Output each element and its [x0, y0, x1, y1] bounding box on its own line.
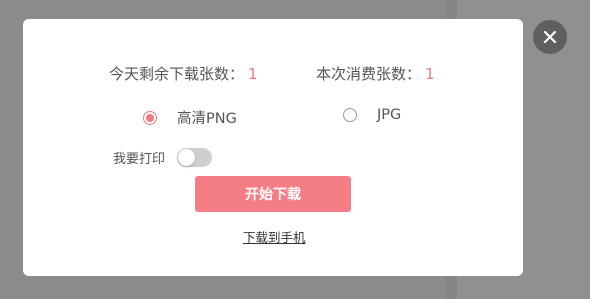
this-time-value: 1 [425, 65, 435, 83]
download-to-phone-link[interactable]: 下载到手机 [243, 227, 306, 246]
close-button[interactable] [533, 20, 567, 54]
print-row: 我要打印 [113, 148, 213, 167]
radio-checked-dot [146, 113, 154, 122]
print-toggle[interactable] [177, 148, 213, 167]
format-label-hd-png: 高清PNG [177, 111, 237, 127]
download-dialog: 今天剩余下载张数： 1 本次消费张数： 1 高清PNG JPG 我要打印 开始下载 … [23, 19, 523, 276]
today-remaining-value: 1 [248, 65, 258, 83]
today-remaining-label: 今天剩余下载张数： [109, 65, 245, 83]
radio-jpg[interactable] [343, 108, 357, 122]
this-time-quota: 本次消费张数： 1 [316, 63, 435, 84]
format-option-jpg[interactable]: JPG [343, 107, 401, 123]
start-download-button[interactable]: 开始下载 [195, 176, 351, 212]
format-option-hd-png[interactable]: 高清PNG [143, 107, 237, 128]
close-icon [543, 30, 557, 44]
format-label-jpg: JPG [377, 107, 402, 123]
print-label: 我要打印 [113, 152, 166, 167]
toggle-knob [178, 149, 196, 166]
this-time-label: 本次消费张数： [316, 65, 422, 83]
today-remaining-quota: 今天剩余下载张数： 1 [109, 63, 258, 84]
radio-hd-png[interactable] [143, 110, 157, 125]
